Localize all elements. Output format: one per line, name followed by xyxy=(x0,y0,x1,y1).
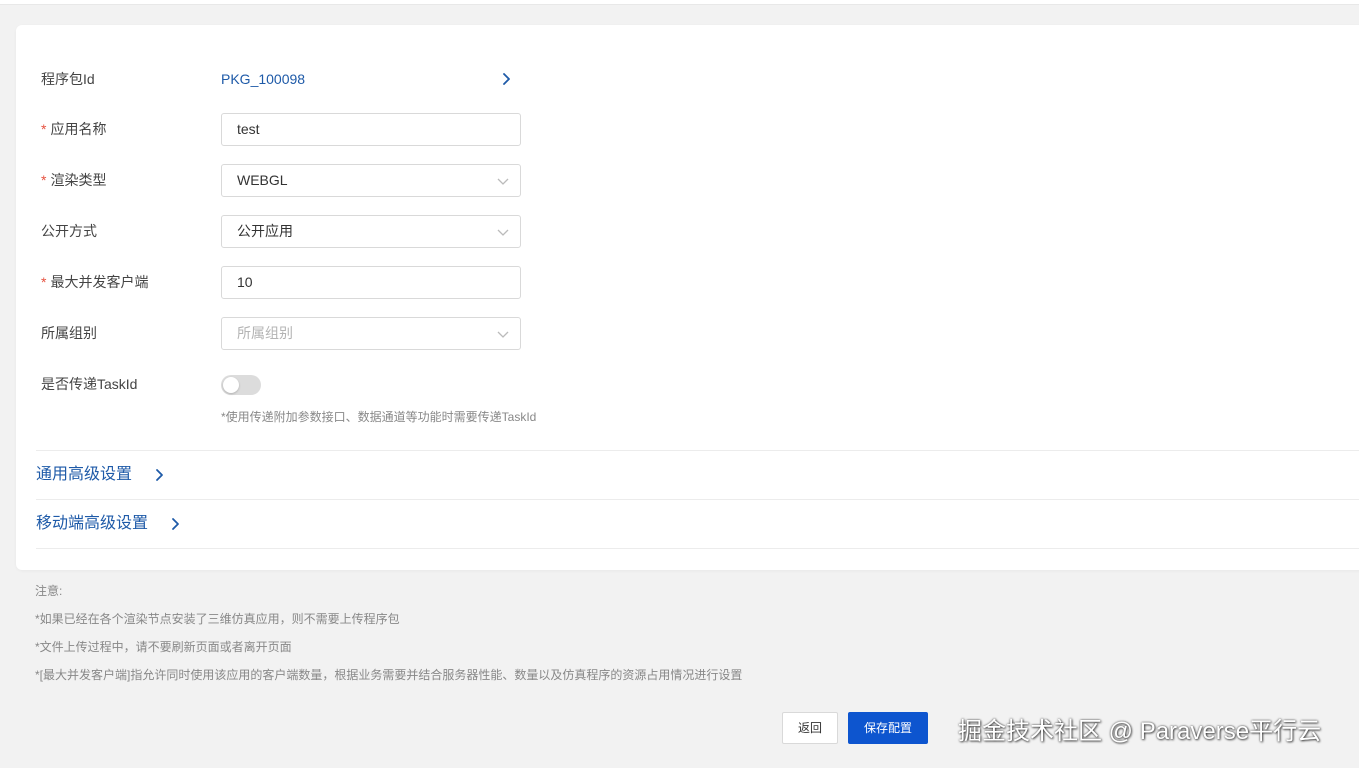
back-button[interactable]: 返回 xyxy=(782,712,838,744)
visibility-label: 公开方式 xyxy=(41,223,97,239)
render-type-select[interactable]: WEBGL xyxy=(221,164,521,197)
chevron-down-icon xyxy=(497,178,509,185)
chevron-down-icon xyxy=(497,229,509,236)
note-line: *[最大并发客户端]指允许同时使用该应用的客户端数量，根据业务需要并结合服务器性… xyxy=(35,668,743,682)
notes-title: 注意: xyxy=(35,584,63,598)
chevron-right-icon[interactable] xyxy=(154,466,166,484)
top-bar-edge xyxy=(0,0,1359,5)
pass-taskid-label: 是否传递TaskId xyxy=(41,376,138,392)
chevron-right-icon[interactable] xyxy=(500,70,514,88)
max-clients-label: * 最大并发客户端 xyxy=(41,274,149,290)
required-mark: * xyxy=(41,121,47,137)
note-line: *文件上传过程中，请不要刷新页面或者离开页面 xyxy=(35,640,292,654)
divider xyxy=(36,450,1359,451)
divider xyxy=(36,499,1359,500)
save-config-button[interactable]: 保存配置 xyxy=(848,712,928,744)
max-clients-input[interactable]: 10 xyxy=(221,266,521,299)
watermark: 掘金技术社区 @ Paraverse平行云 xyxy=(958,718,1322,745)
pass-taskid-hint: *使用传递附加参数接口、数据通道等功能时需要传递TaskId xyxy=(221,410,537,424)
chevron-down-icon xyxy=(497,331,509,338)
package-id-label: 程序包Id xyxy=(41,71,95,87)
note-line: *如果已经在各个渲染节点安装了三维仿真应用，则不需要上传程序包 xyxy=(35,612,400,626)
package-id-link[interactable]: PKG_100098 xyxy=(221,69,305,89)
visibility-select[interactable]: 公开应用 xyxy=(221,215,521,248)
chevron-right-icon[interactable] xyxy=(170,515,182,533)
section-general-advanced[interactable]: 通用高级设置 xyxy=(36,464,132,486)
config-form-card xyxy=(16,25,1359,570)
app-name-label: * 应用名称 xyxy=(41,121,107,137)
toggle-knob xyxy=(223,377,239,393)
divider xyxy=(36,548,1359,549)
group-label: 所属组别 xyxy=(41,325,97,341)
group-select[interactable]: 所属组别 xyxy=(221,317,521,350)
required-mark: * xyxy=(41,172,47,188)
required-mark: * xyxy=(41,274,47,290)
section-mobile-advanced[interactable]: 移动端高级设置 xyxy=(36,513,148,535)
pass-taskid-toggle[interactable] xyxy=(221,375,261,395)
app-name-input[interactable]: test xyxy=(221,113,521,146)
render-type-label: * 渲染类型 xyxy=(41,172,107,188)
